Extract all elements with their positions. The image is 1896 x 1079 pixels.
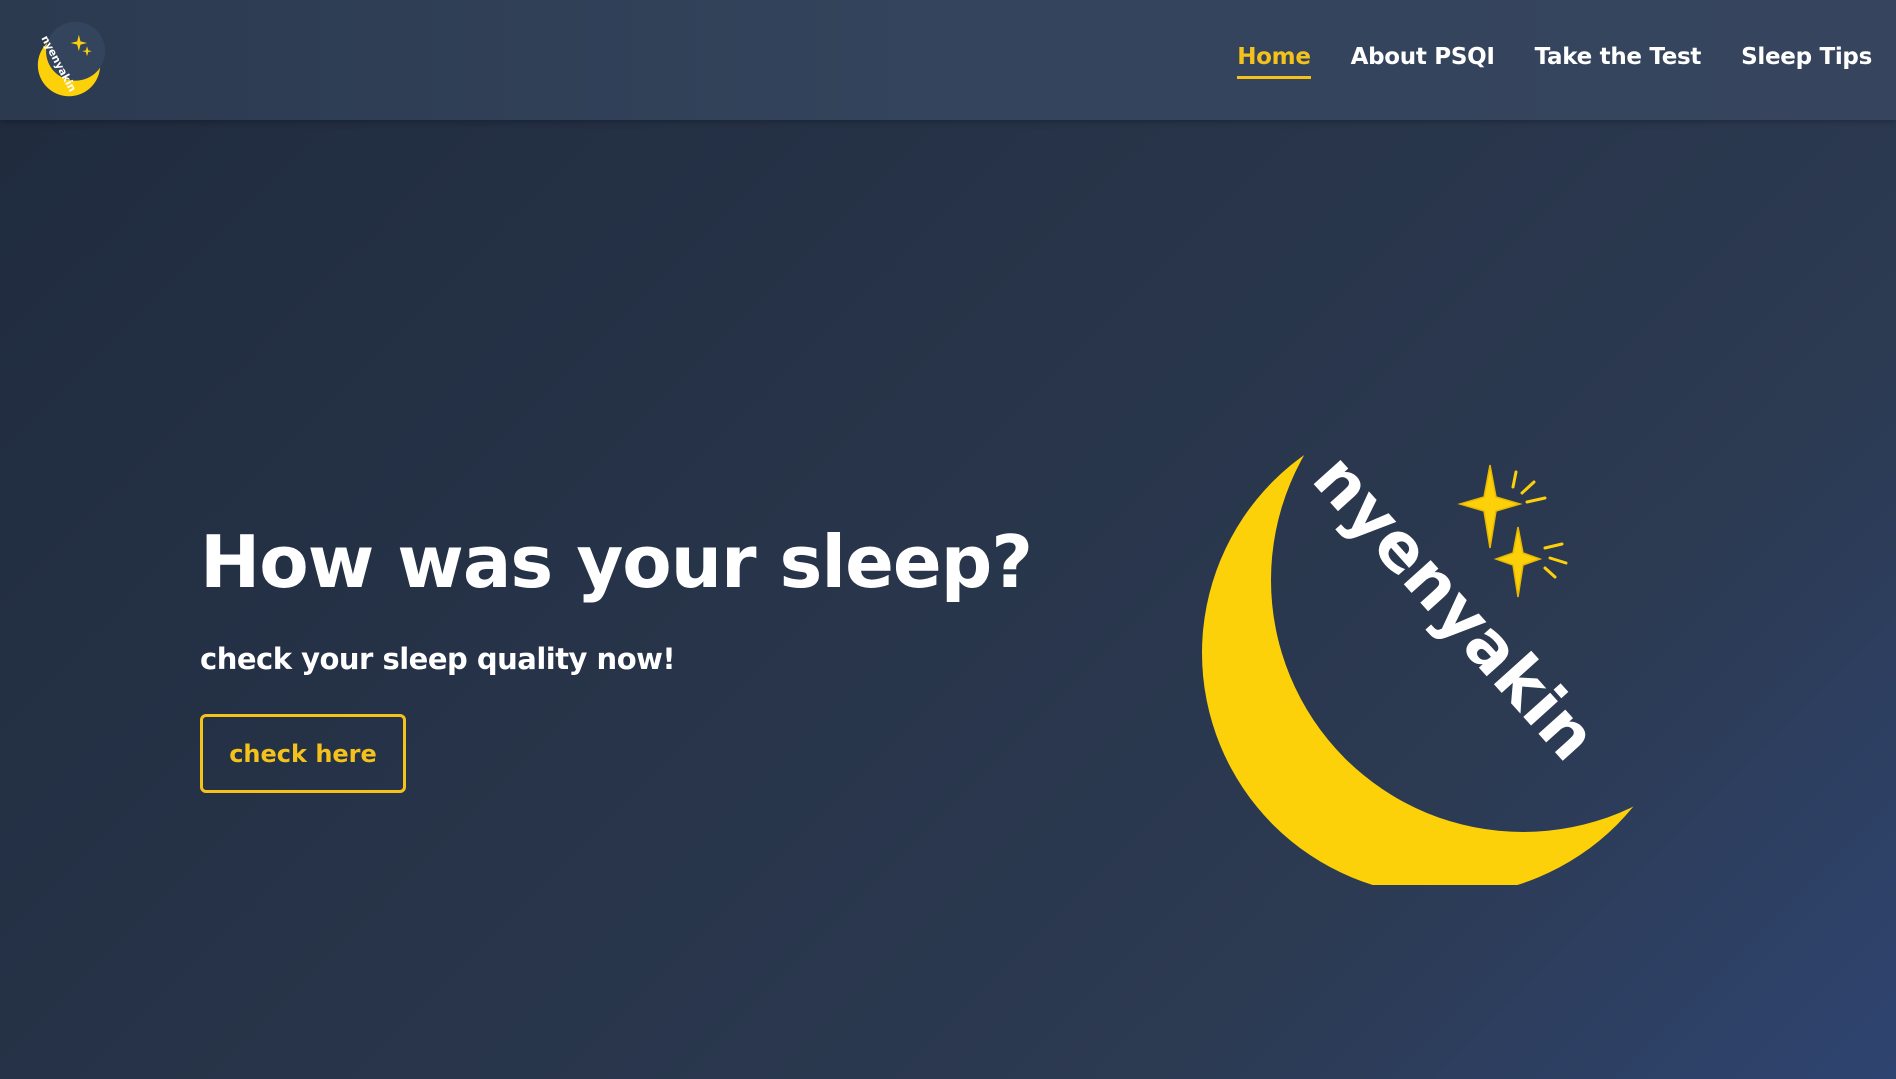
moon-shape [1202,445,1688,885]
hero-text-block: How was your sleep? check your sleep qua… [200,520,1033,793]
hero-title: How was your sleep? [200,520,1033,604]
brand-logo-icon[interactable]: nyenyakin [26,20,112,102]
navbar: nyenyakin Home About PSQI Take the Test … [0,0,1896,120]
crescent-moon-logo-icon: nyenyakin [1202,445,1688,885]
nav-link-sleep-tips[interactable]: Sleep Tips [1741,44,1872,79]
nav-link-home[interactable]: Home [1237,44,1311,79]
check-here-button[interactable]: check here [200,714,406,793]
main-navigation: Home About PSQI Take the Test Sleep Tips [1237,44,1872,79]
nav-link-take-the-test[interactable]: Take the Test [1535,44,1702,79]
hero-subtitle: check your sleep quality now! [200,642,676,676]
nav-link-about-psqi[interactable]: About PSQI [1351,44,1495,79]
